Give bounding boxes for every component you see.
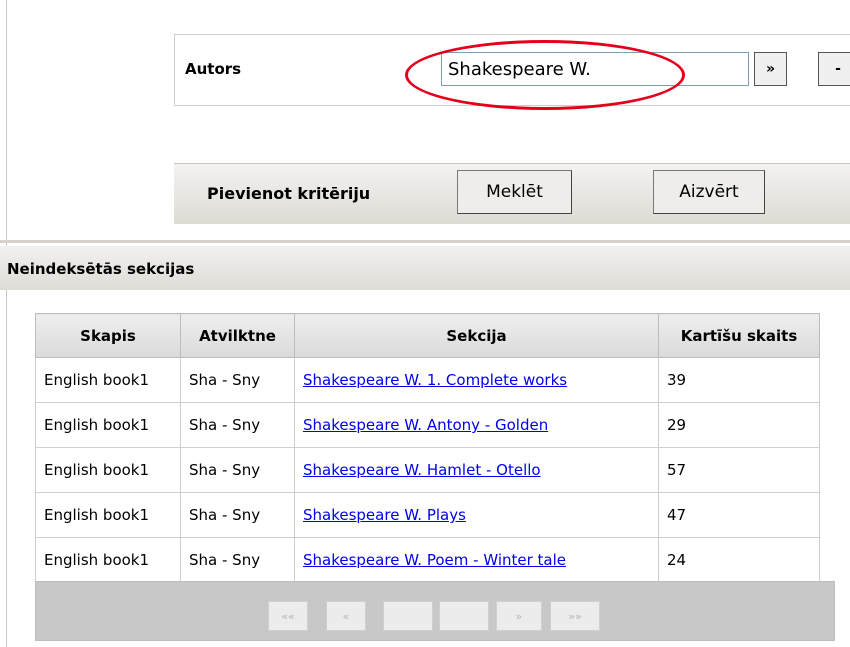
section-link[interactable]: Shakespeare W. Hamlet - Otello — [303, 461, 541, 479]
table-row: English book1 Sha - Sny Shakespeare W. A… — [35, 402, 820, 448]
cell-sekcija: Shakespeare W. Poem - Winter tale — [294, 537, 659, 583]
author-label: Autors — [185, 60, 242, 78]
column-header-skapis[interactable]: Skapis — [35, 313, 181, 358]
cell-skapis: English book1 — [35, 402, 181, 448]
column-header-atvilktne[interactable]: Atvilktne — [180, 313, 295, 358]
add-criterion-link[interactable]: Pievienot kritēriju — [207, 184, 370, 203]
prev-page-button[interactable]: « — [326, 601, 366, 631]
table-row: English book1 Sha - Sny Shakespeare W. P… — [35, 492, 820, 538]
cell-atvilktne: Sha - Sny — [180, 357, 295, 403]
cell-atvilktne: Sha - Sny — [180, 402, 295, 448]
remove-criterion-button[interactable]: - — [818, 52, 850, 86]
cell-count: 57 — [658, 447, 820, 493]
page-slot-2 — [439, 601, 489, 631]
sections-table-wrap: Skapis Atvilktne Sekcija Kartīšu skaits … — [35, 313, 820, 583]
section-link[interactable]: Shakespeare W. 1. Complete works — [303, 371, 567, 389]
cell-skapis: English book1 — [35, 447, 181, 493]
section-link[interactable]: Shakespeare W. Plays — [303, 506, 466, 524]
author-input[interactable] — [441, 52, 749, 86]
apply-author-button[interactable]: » — [754, 52, 787, 86]
table-row: English book1 Sha - Sny Shakespeare W. H… — [35, 447, 820, 493]
sections-table: Skapis Atvilktne Sekcija Kartīšu skaits … — [35, 313, 820, 583]
cell-skapis: English book1 — [35, 537, 181, 583]
cell-skapis: English book1 — [35, 492, 181, 538]
table-row: English book1 Sha - Sny Shakespeare W. 1… — [35, 357, 820, 403]
close-button[interactable]: Aizvērt — [653, 170, 765, 214]
cell-count: 47 — [658, 492, 820, 538]
cell-atvilktne: Sha - Sny — [180, 447, 295, 493]
cell-count: 24 — [658, 537, 820, 583]
table-header-row: Skapis Atvilktne Sekcija Kartīšu skaits — [35, 313, 820, 358]
cell-skapis: English book1 — [35, 357, 181, 403]
pager: «« « » »» — [35, 581, 835, 641]
left-border — [6, 0, 7, 647]
cell-sekcija: Shakespeare W. Hamlet - Otello — [294, 447, 659, 493]
page-slot-1 — [383, 601, 433, 631]
section-link[interactable]: Shakespeare W. Poem - Winter tale — [303, 551, 566, 569]
section-title: Neindeksētās sekcijas — [7, 260, 195, 278]
cell-sekcija: Shakespeare W. Plays — [294, 492, 659, 538]
first-page-button[interactable]: «« — [268, 601, 308, 631]
section-link[interactable]: Shakespeare W. Antony - Golden — [303, 416, 548, 434]
search-button[interactable]: Meklēt — [457, 170, 572, 214]
last-page-button[interactable]: »» — [550, 601, 600, 631]
cell-sekcija: Shakespeare W. 1. Complete works — [294, 357, 659, 403]
next-page-button[interactable]: » — [496, 601, 542, 631]
divider — [0, 240, 850, 243]
cell-sekcija: Shakespeare W. Antony - Golden — [294, 402, 659, 448]
cell-atvilktne: Sha - Sny — [180, 492, 295, 538]
cell-count: 39 — [658, 357, 820, 403]
table-row: English book1 Sha - Sny Shakespeare W. P… — [35, 537, 820, 583]
column-header-sekcija[interactable]: Sekcija — [294, 313, 659, 358]
cell-atvilktne: Sha - Sny — [180, 537, 295, 583]
cell-count: 29 — [658, 402, 820, 448]
column-header-count[interactable]: Kartīšu skaits — [658, 313, 820, 358]
